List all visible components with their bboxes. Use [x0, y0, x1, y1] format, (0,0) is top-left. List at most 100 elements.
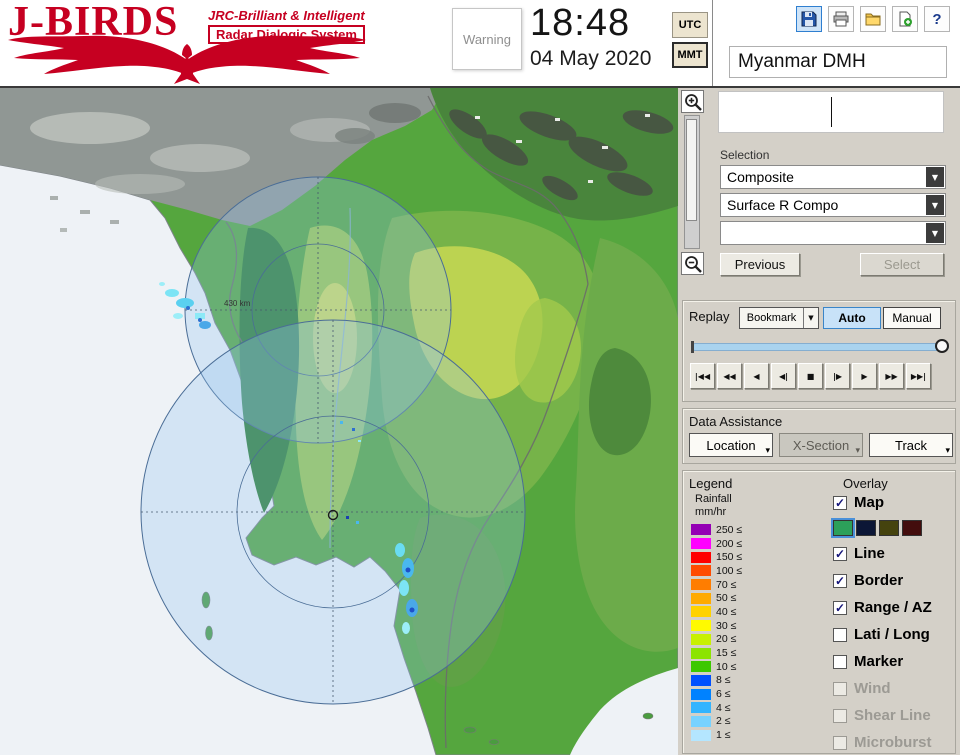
- legend-color-swatch: [691, 606, 711, 618]
- print-icon: [833, 11, 849, 27]
- data-assistance-buttons: Location X-Section Track: [689, 433, 953, 457]
- legend-entry: 20 ≤: [691, 633, 742, 647]
- legend-entry: 15 ≤: [691, 646, 742, 660]
- dropdown-corner-icon: [945, 441, 950, 456]
- help-icon: ?: [932, 10, 942, 28]
- selection-section-label: Selection: [720, 148, 770, 162]
- overlay-item-range-az[interactable]: Range / AZ: [833, 594, 955, 621]
- save-button[interactable]: [796, 6, 822, 32]
- overlay-item-line[interactable]: Line: [833, 540, 955, 567]
- playback-controls: |◀◀ ◀◀ ◀ ◀| ■ |▶ ▶ ▶▶ ▶▶|: [690, 363, 931, 389]
- legend-unit-line2: mm/hr: [695, 506, 727, 518]
- overlay-label: Range / AZ: [854, 599, 932, 616]
- slider-track[interactable]: [691, 343, 949, 351]
- export-icon: [899, 11, 912, 27]
- auto-mode-button[interactable]: Auto: [823, 307, 881, 329]
- playback-step-back-button[interactable]: ◀|: [771, 363, 796, 389]
- playback-step-forward-button[interactable]: |▶: [825, 363, 850, 389]
- chevron-down-icon[interactable]: [926, 195, 944, 215]
- composite-combobox[interactable]: Composite: [720, 165, 946, 189]
- legend-threshold-label: 30 ≤: [716, 619, 737, 632]
- product-text-field[interactable]: [718, 91, 944, 133]
- legend-unit-label: Rainfall mm/hr: [695, 493, 732, 519]
- legend-color-swatch: [691, 620, 711, 632]
- warning-button[interactable]: Warning: [452, 8, 522, 70]
- legend-entry: 30 ≤: [691, 619, 742, 633]
- previous-button[interactable]: Previous: [720, 253, 800, 276]
- legend-threshold-label: 2 ≤: [716, 715, 731, 728]
- overlay-item-lati-long[interactable]: Lati / Long: [833, 621, 955, 648]
- zoom-scrollbar[interactable]: [684, 115, 700, 249]
- legend-color-swatch: [691, 715, 711, 727]
- mmt-button[interactable]: MMT: [672, 42, 708, 68]
- shear-line-checkbox[interactable]: [833, 708, 847, 723]
- border-checkbox[interactable]: [833, 573, 847, 588]
- manual-mode-button[interactable]: Manual: [883, 307, 941, 329]
- utc-button[interactable]: UTC: [672, 12, 708, 38]
- lati-long-checkbox[interactable]: [833, 627, 847, 642]
- open-folder-button[interactable]: [860, 6, 886, 32]
- playback-play-reverse-button[interactable]: ◀: [744, 363, 769, 389]
- overlay-item-map[interactable]: Map: [833, 489, 955, 516]
- line-checkbox[interactable]: [833, 546, 847, 561]
- rainfall-legend: 250 ≤200 ≤150 ≤100 ≤70 ≤50 ≤40 ≤30 ≤20 ≤…: [691, 523, 742, 742]
- microburst-checkbox[interactable]: [833, 735, 847, 750]
- map-color-swatches: [831, 516, 955, 540]
- playback-fast-forward-button[interactable]: ▶▶: [879, 363, 904, 389]
- data-assistance-section: Data Assistance Location X-Section Track: [682, 408, 956, 464]
- legend-threshold-label: 20 ≤: [716, 633, 737, 646]
- product-combobox[interactable]: Surface R Compo: [720, 193, 946, 217]
- legend-threshold-label: 100 ≤: [716, 564, 743, 577]
- overlay-item-shear-line[interactable]: Shear Line: [833, 702, 955, 729]
- track-button[interactable]: Track: [869, 433, 953, 457]
- zoom-scrollbar-thumb[interactable]: [686, 119, 697, 221]
- map-style-swatch-4[interactable]: [902, 520, 922, 536]
- jbirds-window: J-BIRDS JRC-Brilliant & Intelligent Rada…: [0, 0, 960, 755]
- header-right-panel: ? Myanmar DMH: [712, 0, 960, 86]
- legend-color-swatch: [691, 524, 711, 536]
- legend-threshold-label: 50 ≤: [716, 592, 737, 605]
- playback-rewind-button[interactable]: ◀◀: [717, 363, 742, 389]
- legend-color-swatch: [691, 551, 711, 563]
- overlay-item-marker[interactable]: Marker: [833, 648, 955, 675]
- overlay-label: Line: [854, 545, 885, 562]
- legend-color-swatch: [691, 661, 711, 673]
- chevron-down-icon[interactable]: [926, 167, 944, 187]
- chevron-down-icon[interactable]: [926, 223, 944, 243]
- combobox-value: Surface R Compo: [727, 197, 839, 213]
- help-button[interactable]: ?: [924, 6, 950, 32]
- map-style-swatch-1[interactable]: [831, 518, 855, 538]
- map-style-swatch-3[interactable]: [879, 520, 899, 536]
- map-checkbox[interactable]: [833, 495, 847, 510]
- legend-color-swatch: [691, 579, 711, 591]
- export-button[interactable]: [892, 6, 918, 32]
- playback-first-frame-button[interactable]: |◀◀: [690, 363, 715, 389]
- overlay-item-wind[interactable]: Wind: [833, 675, 955, 702]
- location-button[interactable]: Location: [689, 433, 773, 457]
- bookmark-button[interactable]: Bookmark: [739, 307, 819, 329]
- legend-color-swatch: [691, 633, 711, 645]
- zoom-out-button[interactable]: [681, 252, 704, 275]
- range-az-checkbox[interactable]: [833, 600, 847, 615]
- playback-last-frame-button[interactable]: ▶▶|: [906, 363, 931, 389]
- sub-product-combobox[interactable]: [720, 221, 946, 245]
- legend-threshold-label: 200 ≤: [716, 537, 743, 550]
- playback-play-button[interactable]: ▶: [852, 363, 877, 389]
- slider-thumb[interactable]: [935, 339, 949, 353]
- print-button[interactable]: [828, 6, 854, 32]
- wind-checkbox[interactable]: [833, 681, 847, 696]
- chevron-down-icon: [803, 308, 818, 328]
- x-section-button[interactable]: X-Section: [779, 433, 863, 457]
- map-area: 430 km: [0, 87, 679, 755]
- legend-threshold-label: 6 ≤: [716, 688, 731, 701]
- select-button[interactable]: Select: [860, 253, 944, 276]
- playback-stop-button[interactable]: ■: [798, 363, 823, 389]
- marker-checkbox[interactable]: [833, 654, 847, 669]
- zoom-in-button[interactable]: [681, 90, 704, 113]
- overlay-item-border[interactable]: Border: [833, 567, 955, 594]
- legend-color-swatch: [691, 647, 711, 659]
- radar-map[interactable]: 430 km: [0, 87, 679, 755]
- overlay-item-microburst[interactable]: Microburst: [833, 729, 955, 755]
- map-style-swatch-2[interactable]: [856, 520, 876, 536]
- timezone-toggle: UTC MMT: [672, 12, 708, 72]
